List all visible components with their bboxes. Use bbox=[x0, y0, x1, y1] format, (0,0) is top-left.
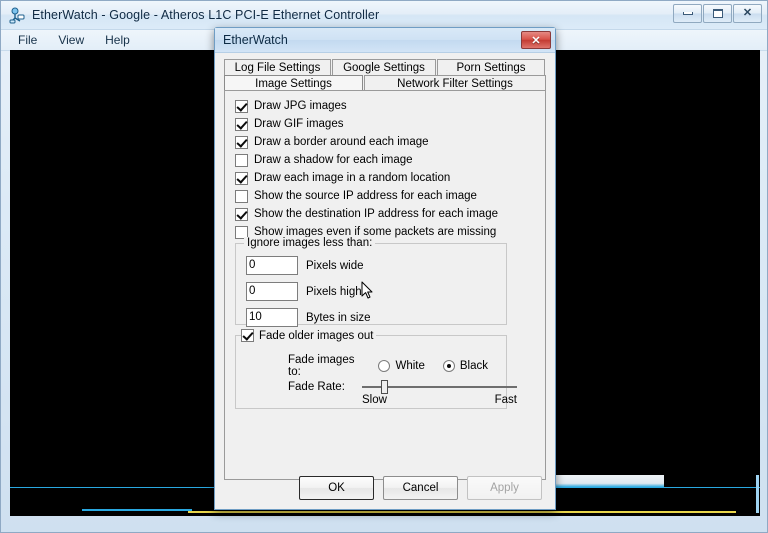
checkbox-icon[interactable] bbox=[235, 135, 248, 149]
tab-porn-settings[interactable]: Porn Settings bbox=[437, 59, 545, 76]
ok-button[interactable]: OK bbox=[299, 476, 374, 500]
pixels-high-label: Pixels high bbox=[306, 285, 362, 298]
tab-strip: Log File Settings Google Settings Porn S… bbox=[224, 59, 546, 92]
checkbox-icon[interactable] bbox=[241, 329, 254, 342]
canvas-artifact-right-edge bbox=[756, 475, 759, 513]
canvas-artifact-blue-line bbox=[82, 509, 192, 511]
dialog-title: EtherWatch bbox=[223, 33, 288, 47]
checkbox-icon[interactable] bbox=[235, 117, 248, 131]
option-draw-border[interactable]: Draw a border around each image bbox=[235, 133, 535, 151]
title-bar: EtherWatch - Google - Atheros L1C PCI-E … bbox=[1, 1, 767, 30]
option-label: Draw a border around each image bbox=[254, 136, 429, 148]
slider-end-labels: Slow Fast bbox=[362, 394, 517, 406]
option-draw-gif[interactable]: Draw GIF images bbox=[235, 115, 535, 133]
window-title: EtherWatch - Google - Atheros L1C PCI-E … bbox=[32, 8, 380, 22]
canvas-artifact-yellow-line bbox=[188, 511, 736, 513]
option-show-source-ip[interactable]: Show the source IP address for each imag… bbox=[235, 187, 535, 205]
minimize-button[interactable] bbox=[673, 4, 702, 23]
field-row-pixels-high: 0 Pixels high bbox=[246, 282, 362, 301]
option-draw-jpg[interactable]: Draw JPG images bbox=[235, 97, 535, 115]
tab-page-image-settings: Draw JPG images Draw GIF images Draw a b… bbox=[224, 90, 546, 480]
dialog-button-bar: OK Cancel Apply bbox=[215, 476, 555, 500]
menu-item-file[interactable]: File bbox=[9, 32, 46, 48]
close-button[interactable]: ✕ bbox=[733, 4, 762, 23]
menu-item-view[interactable]: View bbox=[49, 32, 93, 48]
ignore-images-group: Ignore images less than: 0 Pixels wide 0… bbox=[235, 237, 507, 327]
radio-white-label[interactable]: White bbox=[395, 360, 424, 372]
ether-watch-settings-dialog: EtherWatch ✕ Log File Settings Google Se… bbox=[214, 27, 556, 510]
minimize-icon bbox=[682, 12, 693, 15]
menu-item-help[interactable]: Help bbox=[96, 32, 139, 48]
pixels-high-input[interactable]: 0 bbox=[246, 282, 298, 301]
field-row-bytes-in-size: 10 Bytes in size bbox=[246, 308, 371, 327]
option-draw-shadow[interactable]: Draw a shadow for each image bbox=[235, 151, 535, 169]
dialog-body: Log File Settings Google Settings Porn S… bbox=[215, 53, 555, 509]
checkbox-icon[interactable] bbox=[235, 99, 248, 113]
window-controls: ✕ bbox=[673, 4, 762, 23]
checkbox-icon[interactable] bbox=[235, 153, 248, 167]
bytes-in-size-label: Bytes in size bbox=[306, 311, 371, 324]
restore-icon bbox=[712, 9, 723, 18]
tab-log-file-settings[interactable]: Log File Settings bbox=[224, 59, 331, 76]
field-row-pixels-wide: 0 Pixels wide bbox=[246, 256, 364, 275]
checkbox-icon[interactable] bbox=[235, 171, 248, 185]
pixels-wide-input[interactable]: 0 bbox=[246, 256, 298, 275]
group-title-fade[interactable]: Fade older images out bbox=[241, 329, 377, 342]
option-label: Draw JPG images bbox=[254, 100, 347, 112]
slider-min-label: Slow bbox=[362, 394, 387, 406]
bytes-in-size-input[interactable]: 10 bbox=[246, 308, 298, 327]
radio-black-icon[interactable] bbox=[442, 360, 455, 372]
tab-row-top: Log File Settings Google Settings Porn S… bbox=[224, 59, 546, 76]
application-window: EtherWatch - Google - Atheros L1C PCI-E … bbox=[0, 0, 768, 533]
option-show-destination-ip[interactable]: Show the destination IP address for each… bbox=[235, 205, 535, 223]
slider-max-label: Fast bbox=[494, 394, 517, 406]
group-title: Ignore images less than: bbox=[244, 237, 376, 249]
fade-target-row: Fade images to: White Black bbox=[288, 354, 506, 378]
image-options-list: Draw JPG images Draw GIF images Draw a b… bbox=[235, 97, 535, 241]
option-random-location[interactable]: Draw each image in a random location bbox=[235, 169, 535, 187]
fade-images-group: Fade older images out Fade images to: Wh… bbox=[235, 329, 517, 409]
fade-rate-label: Fade Rate: bbox=[288, 381, 345, 393]
close-icon: ✕ bbox=[742, 7, 753, 19]
cancel-button[interactable]: Cancel bbox=[383, 476, 458, 500]
fade-images-to-label: Fade images to: bbox=[288, 354, 355, 378]
apply-button: Apply bbox=[467, 476, 542, 500]
tab-google-settings[interactable]: Google Settings bbox=[332, 59, 436, 76]
option-label: Draw a shadow for each image bbox=[254, 154, 413, 166]
option-label: Show the destination IP address for each… bbox=[254, 208, 498, 220]
slider-thumb[interactable] bbox=[381, 380, 388, 394]
checkbox-icon[interactable] bbox=[235, 207, 248, 221]
dialog-close-button[interactable]: ✕ bbox=[521, 31, 551, 49]
radio-black-label[interactable]: Black bbox=[460, 360, 488, 372]
checkbox-icon[interactable] bbox=[235, 189, 248, 203]
fade-group-label: Fade older images out bbox=[259, 329, 374, 342]
pixels-wide-label: Pixels wide bbox=[306, 259, 364, 272]
option-label: Show the source IP address for each imag… bbox=[254, 190, 477, 202]
option-label: Draw each image in a random location bbox=[254, 172, 451, 184]
restore-button[interactable] bbox=[703, 4, 732, 23]
close-icon: ✕ bbox=[531, 34, 541, 47]
dialog-title-bar: EtherWatch ✕ bbox=[215, 28, 555, 53]
option-label: Draw GIF images bbox=[254, 118, 344, 130]
radio-white-icon[interactable] bbox=[378, 360, 391, 372]
network-adapter-icon bbox=[9, 7, 26, 24]
